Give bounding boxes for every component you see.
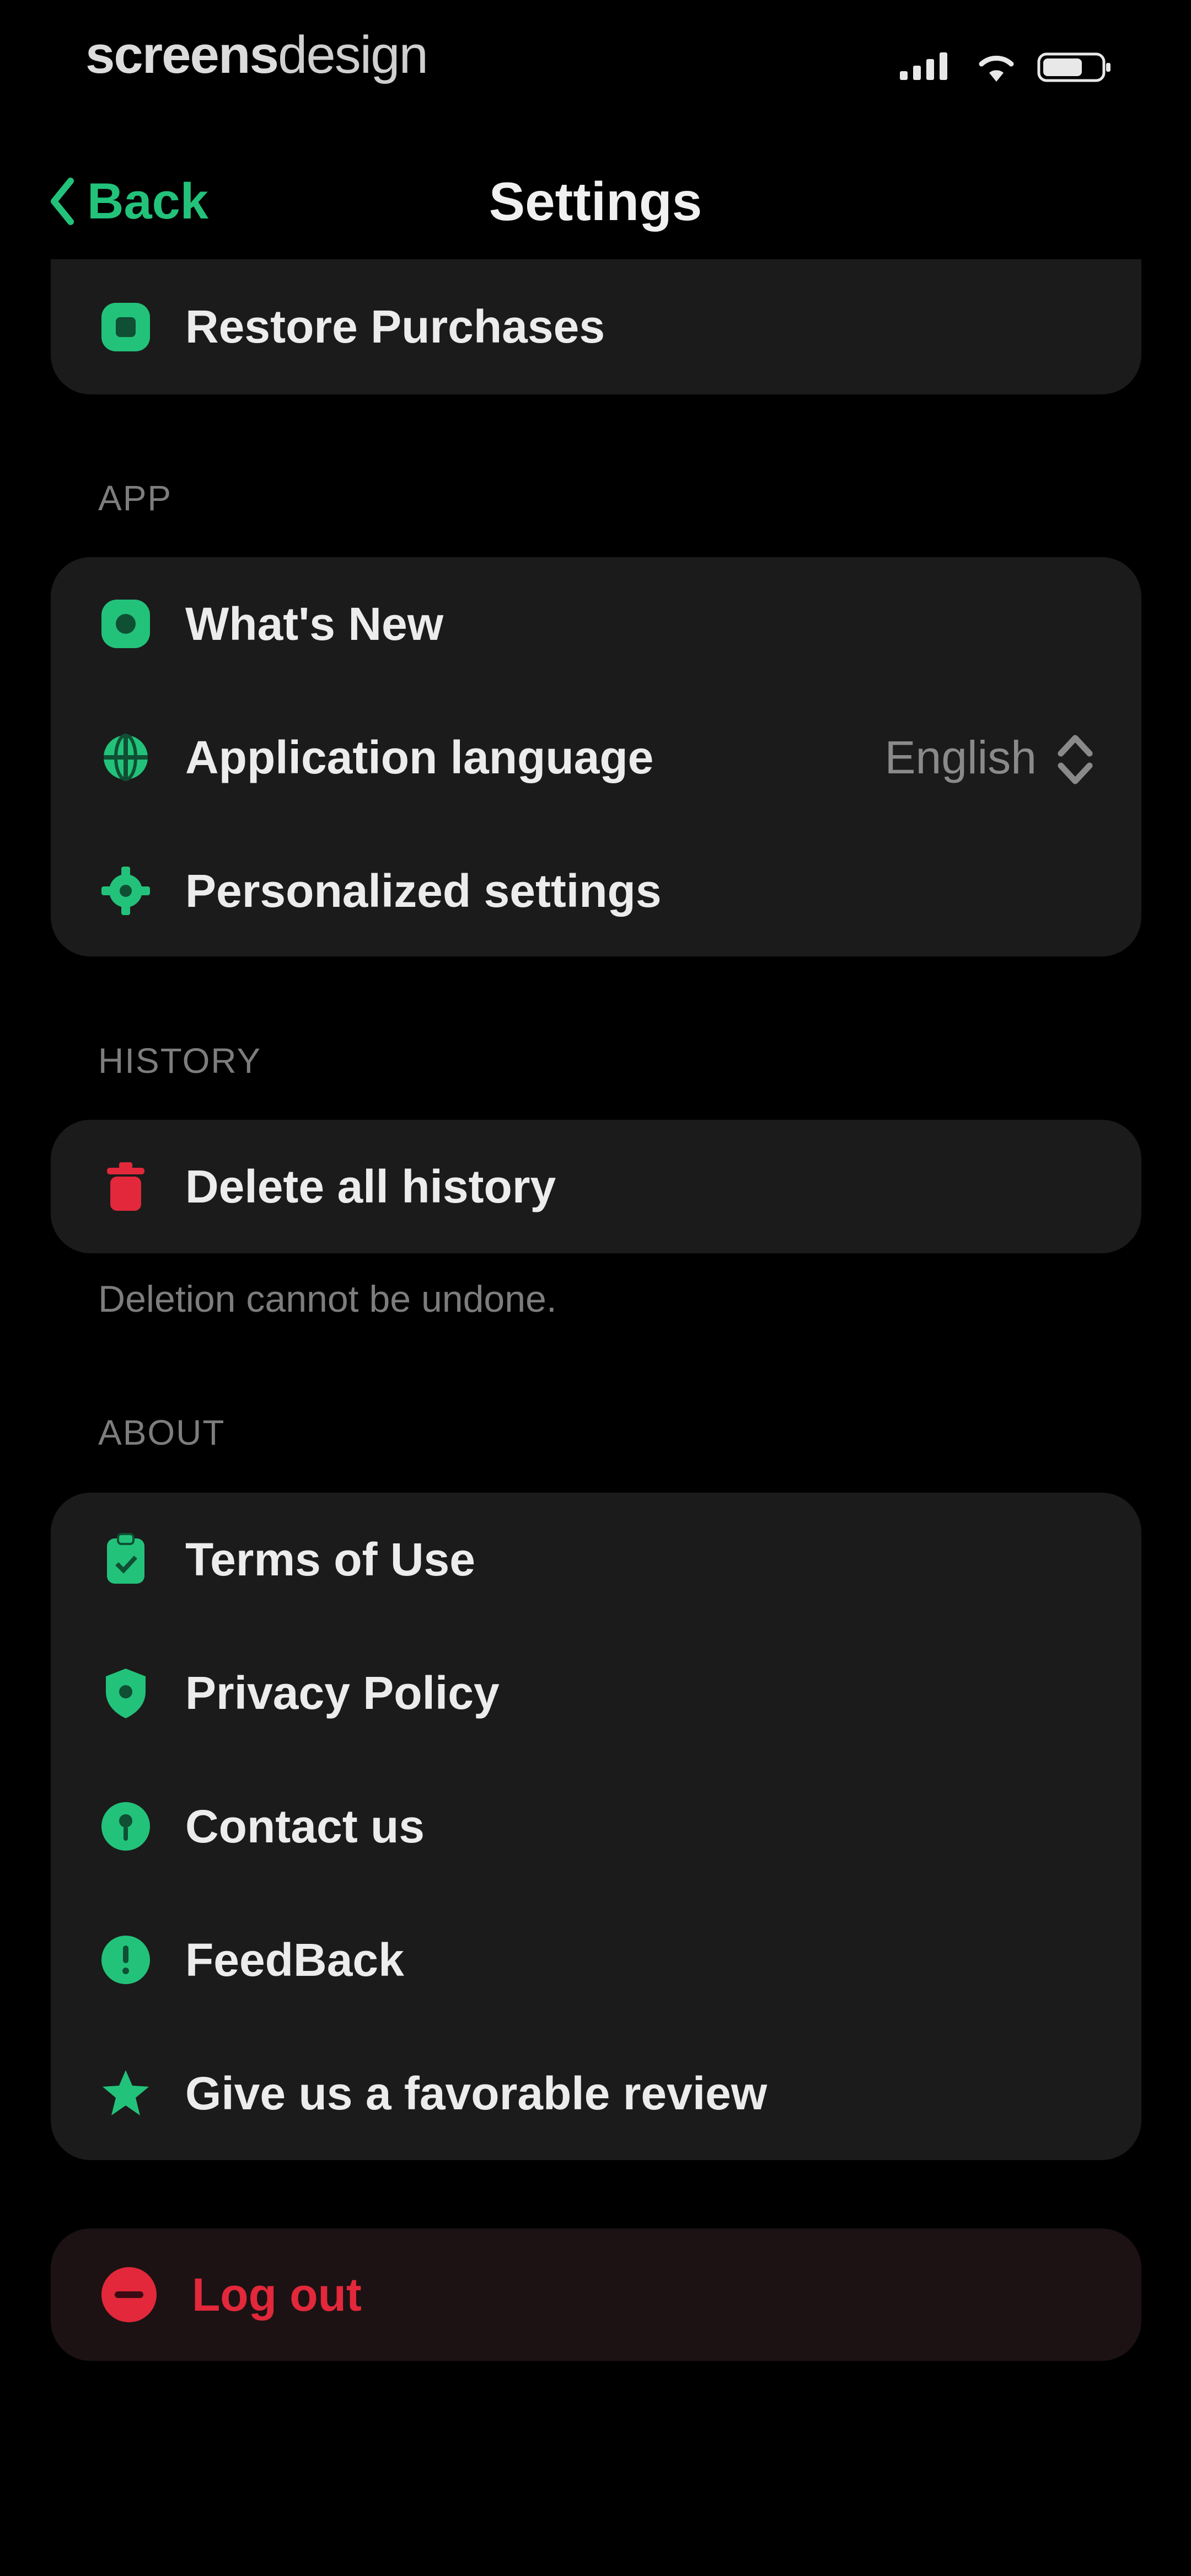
restore-icon (99, 301, 152, 354)
whats-new-label: What's New (185, 597, 444, 650)
wifi-icon (979, 56, 1014, 82)
navigation-bar: Back Settings (0, 149, 1191, 248)
privacy-policy-label: Privacy Policy (185, 1666, 500, 1719)
info-icon (99, 1933, 152, 1986)
contact-us-label: Contact us (185, 1800, 425, 1852)
feedback-row[interactable]: FeedBack (51, 1893, 1141, 2027)
chevron-up-down-icon (1058, 735, 1093, 784)
restore-purchases-label: Restore Purchases (185, 301, 605, 352)
cellular-signal-icon (900, 52, 947, 80)
gear-icon (99, 864, 152, 917)
logout-label: Log out (192, 2268, 362, 2321)
application-language-row[interactable]: Application language English (51, 691, 1141, 824)
terms-of-use-row[interactable]: Terms of Use (51, 1493, 1141, 1626)
delete-history-row[interactable]: Delete all history (51, 1120, 1141, 1253)
terms-of-use-label: Terms of Use (185, 1533, 475, 1585)
history-card: Delete all history (51, 1120, 1141, 1253)
app-settings-card: What's New Application language English … (51, 557, 1141, 956)
section-title-app: APP (98, 478, 173, 518)
logout-button[interactable]: Log out (51, 2228, 1141, 2361)
globe-icon (99, 731, 152, 784)
status-bar: screensdesign (0, 0, 1191, 121)
battery-icon (1037, 52, 1110, 82)
page-title: Settings (489, 171, 702, 232)
review-row[interactable]: Give us a favorable review (51, 2027, 1141, 2160)
privacy-policy-row[interactable]: Privacy Policy (51, 1626, 1141, 1760)
star-icon (99, 2067, 152, 2120)
pin-icon (99, 1800, 152, 1853)
personalized-settings-label: Personalized settings (185, 864, 662, 917)
watermark-logo: screensdesign (85, 25, 428, 84)
about-card: Terms of Use Privacy Policy Contact us F… (51, 1493, 1141, 2160)
logout-icon (99, 2265, 159, 2324)
section-title-about: ABOUT (98, 1413, 226, 1452)
purchases-card: Restore Purchases (51, 259, 1141, 394)
deletion-note: Deletion cannot be undone. (98, 1278, 557, 1320)
whats-new-row[interactable]: What's New (51, 557, 1141, 691)
personalized-settings-row[interactable]: Personalized settings (51, 824, 1141, 958)
delete-history-label: Delete all history (185, 1160, 556, 1212)
application-language-label: Application language (185, 731, 654, 783)
restore-purchases-row[interactable]: Restore Purchases (51, 259, 1141, 394)
review-label: Give us a favorable review (185, 2067, 768, 2119)
clipboard-icon (99, 1533, 152, 1586)
shield-icon (99, 1666, 152, 1719)
contact-us-row[interactable]: Contact us (51, 1760, 1141, 1893)
sparkle-badge-icon (99, 597, 152, 650)
language-value: English (884, 731, 1037, 783)
section-title-history: HISTORY (98, 1041, 262, 1081)
feedback-label: FeedBack (185, 1933, 404, 1986)
trash-icon (99, 1160, 152, 1213)
